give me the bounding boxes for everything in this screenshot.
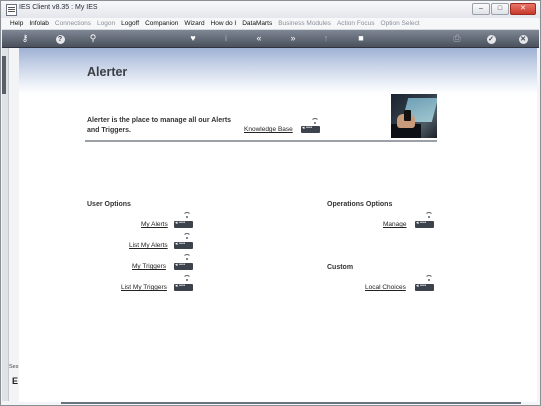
wireless-icon bbox=[183, 233, 191, 239]
list-my-alerts-button[interactable] bbox=[174, 241, 193, 249]
side-panel-glyph: E bbox=[12, 376, 19, 386]
menu-wizard[interactable]: Wizard bbox=[184, 20, 204, 27]
help-icon[interactable]: ? bbox=[53, 32, 67, 45]
my-triggers-button[interactable] bbox=[174, 262, 193, 270]
stop-icon[interactable]: ■ bbox=[354, 32, 368, 45]
knowledge-base-link[interactable]: Knowledge Base bbox=[244, 126, 293, 133]
knowledge-base-button[interactable] bbox=[301, 125, 320, 133]
my-alerts-button[interactable] bbox=[174, 220, 193, 228]
window-title: IES Client v8.35 : My IES bbox=[19, 4, 98, 11]
list-my-alerts-link[interactable]: List My Alerts bbox=[129, 242, 168, 249]
side-panel-handle[interactable] bbox=[2, 56, 6, 94]
check-icon[interactable]: ✓ bbox=[484, 32, 498, 45]
window-controls: – □ ✕ bbox=[472, 3, 536, 15]
custom-heading: Custom bbox=[327, 264, 354, 271]
manage-link[interactable]: Manage bbox=[383, 221, 407, 228]
local-choices-link[interactable]: Local Choices bbox=[365, 284, 406, 291]
help-glyph: ? bbox=[55, 35, 65, 44]
operations-options-heading: Operations Options bbox=[327, 201, 393, 208]
status-bar bbox=[61, 402, 521, 404]
wireless-icon bbox=[425, 275, 433, 281]
restore-button[interactable]: □ bbox=[491, 3, 509, 15]
menu-companion[interactable]: Companion bbox=[145, 20, 178, 27]
menu-logon[interactable]: Logon bbox=[97, 20, 115, 27]
title-bar: IES Client v8.35 : My IES – □ ✕ bbox=[1, 1, 540, 18]
print-icon[interactable]: ⎙ bbox=[450, 32, 464, 45]
wireless-icon bbox=[311, 118, 319, 124]
close-window-button[interactable]: ✕ bbox=[510, 3, 536, 15]
main-content: Alerter Alerter is the place to manage a… bbox=[19, 48, 537, 402]
side-panel-label: Ses bbox=[9, 364, 19, 370]
menu-connections[interactable]: Connections bbox=[55, 20, 91, 27]
menu-help[interactable]: Help bbox=[10, 20, 23, 27]
toolbar: ⚷ ? ⚲ ♥ i « » ↑ ■ ⎙ ✓ ✕ bbox=[2, 30, 539, 48]
side-panel bbox=[2, 48, 9, 401]
page-title: Alerter bbox=[87, 65, 128, 79]
user-options-heading: User Options bbox=[87, 201, 131, 208]
wireless-icon bbox=[425, 212, 433, 218]
intro-text: Alerter is the place to manage all our A… bbox=[87, 117, 232, 134]
menu-datamarts[interactable]: DataMarts bbox=[242, 20, 272, 27]
header-photo bbox=[391, 94, 437, 138]
manage-button[interactable] bbox=[415, 220, 434, 228]
info-icon[interactable]: i bbox=[219, 32, 233, 45]
app-icon bbox=[6, 4, 17, 16]
my-alerts-link[interactable]: My Alerts bbox=[141, 221, 168, 228]
local-choices-button[interactable] bbox=[415, 283, 434, 291]
wireless-icon bbox=[183, 254, 191, 260]
menu-action-focus[interactable]: Action Focus bbox=[337, 20, 375, 27]
menu-business-modules[interactable]: Business Modules bbox=[278, 20, 331, 27]
menu-bar: Help Infolab Connections Logon Logoff Co… bbox=[2, 18, 539, 30]
menu-how-do-i[interactable]: How do I bbox=[211, 20, 237, 27]
section-divider bbox=[85, 140, 437, 142]
list-my-triggers-link[interactable]: List My Triggers bbox=[121, 284, 167, 291]
back-icon[interactable]: « bbox=[252, 32, 266, 45]
check-glyph: ✓ bbox=[486, 35, 496, 44]
photo-phone bbox=[404, 110, 411, 121]
menu-option-select[interactable]: Option Select bbox=[381, 20, 420, 27]
my-triggers-link[interactable]: My Triggers bbox=[132, 263, 166, 270]
key-icon[interactable]: ⚷ bbox=[16, 32, 34, 45]
wireless-icon bbox=[183, 212, 191, 218]
list-my-triggers-button[interactable] bbox=[174, 283, 193, 291]
app-window: IES Client v8.35 : My IES – □ ✕ Help Inf… bbox=[0, 0, 541, 406]
forward-icon[interactable]: » bbox=[286, 32, 300, 45]
heart-icon[interactable]: ♥ bbox=[186, 32, 200, 45]
wireless-icon bbox=[183, 275, 191, 281]
menu-logoff[interactable]: Logoff bbox=[121, 20, 139, 27]
close-icon[interactable]: ✕ bbox=[516, 32, 530, 45]
minimize-button[interactable]: – bbox=[472, 3, 490, 15]
search-icon[interactable]: ⚲ bbox=[86, 32, 100, 45]
close-glyph: ✕ bbox=[518, 35, 528, 44]
upload-icon[interactable]: ↑ bbox=[319, 32, 333, 45]
menu-infolab[interactable]: Infolab bbox=[29, 20, 49, 27]
